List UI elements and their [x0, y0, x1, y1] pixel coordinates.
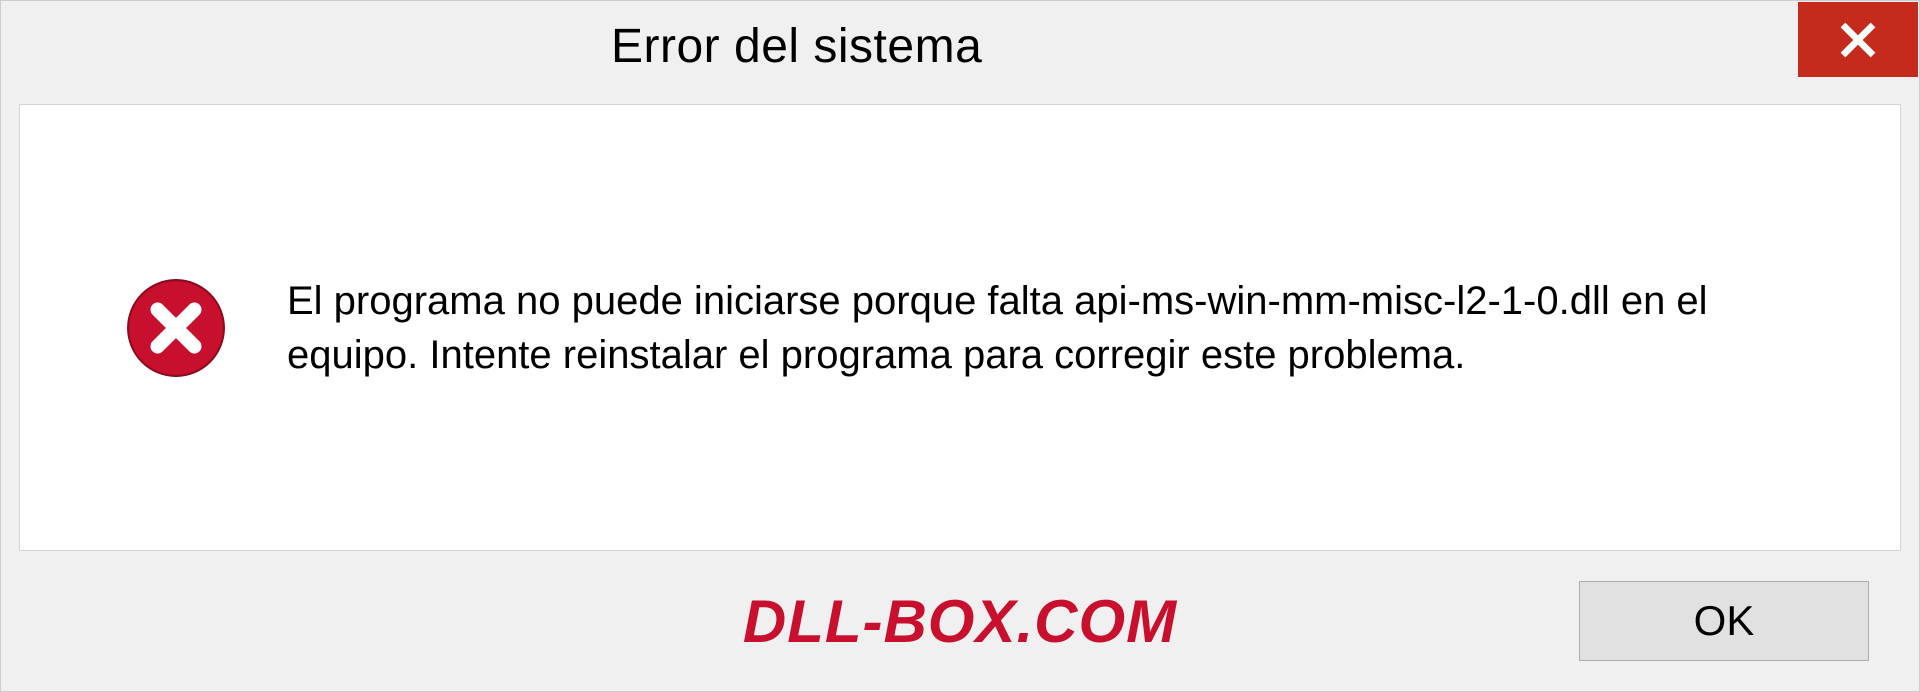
- dialog-body: El programa no puede iniciarse porque fa…: [19, 104, 1901, 551]
- dialog-message: El programa no puede iniciarse porque fa…: [287, 274, 1830, 382]
- system-error-dialog: Error del sistema El programa no puede i…: [0, 0, 1920, 692]
- dialog-title: Error del sistema: [1, 1, 982, 74]
- close-button[interactable]: [1798, 2, 1918, 77]
- ok-button[interactable]: OK: [1579, 581, 1869, 661]
- close-icon: [1839, 21, 1877, 59]
- watermark-text: DLL-BOX.COM: [743, 587, 1177, 656]
- error-icon: [125, 277, 227, 379]
- dialog-titlebar: Error del sistema: [1, 1, 1919, 86]
- dialog-footer: DLL-BOX.COM OK: [1, 551, 1919, 691]
